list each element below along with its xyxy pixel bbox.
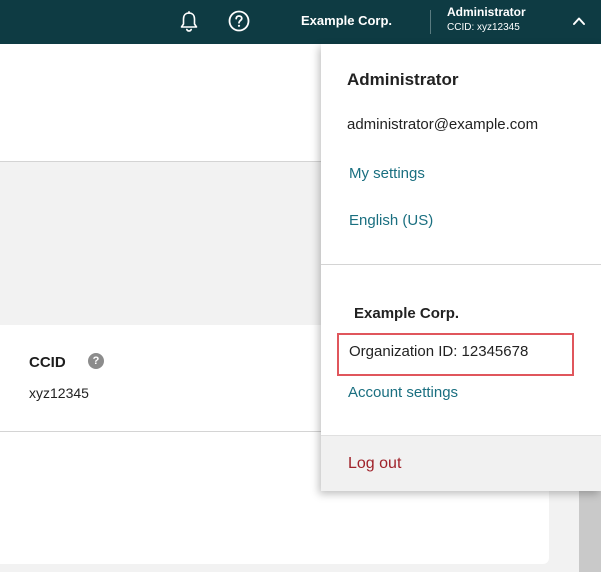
user-dropdown-menu: Administrator administrator@example.com … — [321, 44, 601, 491]
language-link[interactable]: English (US) — [349, 212, 433, 229]
my-settings-link[interactable]: My settings — [349, 165, 425, 182]
question-circle-icon[interactable] — [228, 10, 250, 32]
user-menu-toggle[interactable]: Administrator CCID: xyz12345 — [447, 5, 526, 33]
page-scrollbar[interactable] — [579, 490, 601, 572]
logout-button[interactable]: Log out — [348, 455, 401, 473]
top-navigation-bar: Example Corp. Administrator CCID: xyz123… — [0, 0, 601, 44]
help-info-icon[interactable]: ? — [88, 353, 104, 369]
dropdown-org-name: Example Corp. — [354, 305, 460, 322]
bell-icon[interactable] — [179, 11, 199, 33]
dropdown-user-name: Administrator — [347, 70, 459, 89]
dropdown-separator — [321, 264, 601, 265]
page: CCID ? xyz12345 Example Corp. Administra… — [0, 0, 601, 572]
account-settings-link[interactable]: Account settings — [348, 384, 458, 401]
dropdown-user-email: administrator@example.com — [347, 116, 539, 133]
header-org-name[interactable]: Example Corp. — [301, 13, 392, 28]
ccid-value: xyz12345 — [29, 385, 89, 401]
header-divider — [430, 10, 431, 34]
organization-id-text: Organization ID: 12345678 — [349, 343, 529, 360]
logout-section: Log out — [321, 435, 601, 491]
chevron-up-icon[interactable] — [572, 14, 586, 28]
ccid-label: CCID — [29, 354, 66, 371]
header-user-ccid: CCID: xyz12345 — [447, 22, 520, 33]
header-user-name: Administrator — [447, 5, 526, 19]
